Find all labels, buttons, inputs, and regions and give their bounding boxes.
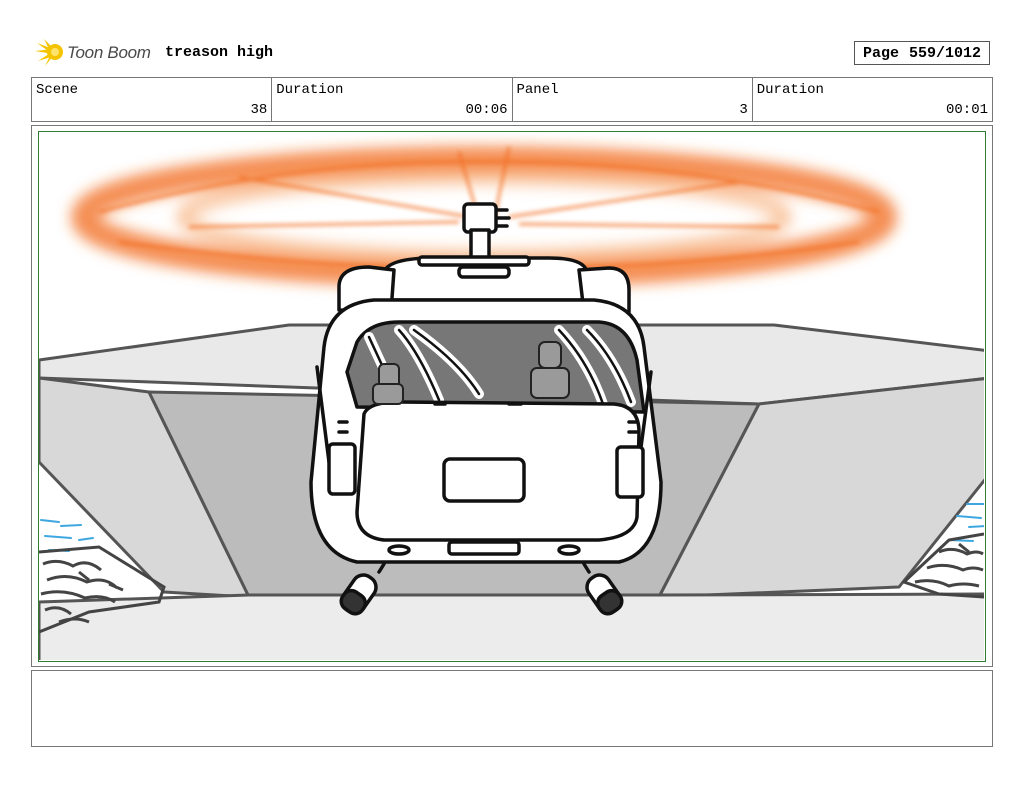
project-title: treason high	[165, 44, 274, 61]
panel-duration-label: Duration	[756, 82, 824, 98]
helicopter-drawing	[39, 146, 984, 660]
storyboard-panel-frame	[31, 125, 993, 667]
star-burst-icon	[35, 39, 63, 66]
page-label: Page	[862, 44, 899, 62]
panel-notes-box	[31, 670, 993, 747]
scene-duration-label: Duration	[276, 82, 344, 98]
panel-info-row: Scene 38 Duration 00:06 Panel 3 Duration…	[31, 77, 993, 122]
page-indicator: Page 559/1012	[854, 41, 990, 65]
toon-boom-logo: Toon Boom	[33, 38, 151, 68]
scene-label: Scene	[36, 82, 79, 98]
storyboard-panel-image	[38, 131, 986, 662]
scene-duration-value: 00:06	[465, 102, 508, 118]
logo-text: Toon Boom	[67, 43, 151, 62]
page-number: 559/1012	[909, 44, 982, 62]
scene-cell: Scene 38	[32, 78, 273, 121]
panel-duration-value: 00:01	[945, 102, 988, 118]
water-patch-left	[40, 519, 94, 552]
panel-value: 3	[739, 102, 748, 118]
panel-label: Panel	[516, 82, 559, 98]
panel-cell: Panel 3	[513, 78, 753, 121]
scene-duration-cell: Duration 00:06	[272, 78, 513, 121]
scene-value: 38	[250, 102, 268, 118]
panel-duration-cell: Duration 00:01	[753, 78, 992, 121]
